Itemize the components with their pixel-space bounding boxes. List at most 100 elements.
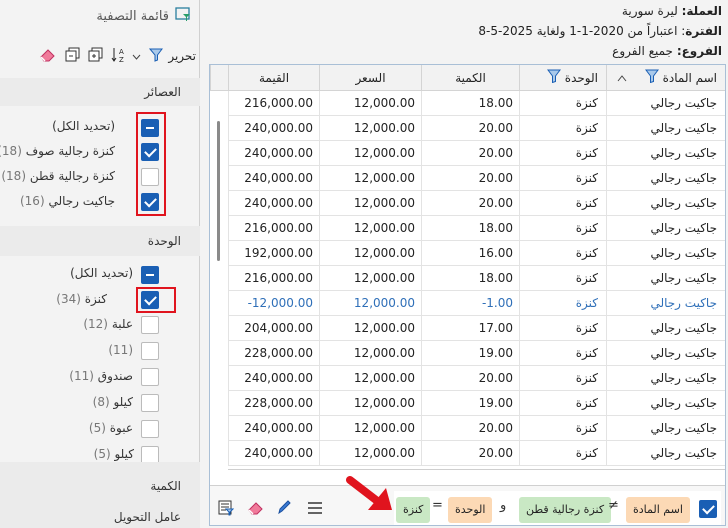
cell-name[interactable]: جاكيت رجالي bbox=[606, 91, 725, 116]
menu-icon[interactable] bbox=[307, 502, 323, 517]
edit-filter-button[interactable] bbox=[276, 498, 292, 519]
cell-unit[interactable]: كنزة bbox=[519, 441, 606, 466]
cell-qty[interactable]: 16.00 bbox=[421, 241, 519, 266]
cell-name[interactable]: جاكيت رجالي bbox=[606, 216, 725, 241]
cell-price[interactable]: 12,000.00 bbox=[319, 166, 421, 191]
filter-bar-designer-button[interactable] bbox=[218, 500, 235, 519]
filter-enable-checkbox[interactable] bbox=[699, 500, 717, 518]
table-row[interactable]: جاكيت رجالي كنزة 20.00 12,000.00 240,000.00 bbox=[228, 416, 725, 441]
cell-qty[interactable]: 20.00 bbox=[421, 366, 519, 391]
cell-value[interactable]: 204,000.00 bbox=[228, 316, 319, 341]
table-row[interactable]: جاكيت رجالي كنزة 16.00 12,000.00 192,000.00 bbox=[228, 241, 725, 266]
checkbox-item[interactable] bbox=[141, 446, 159, 462]
cell-value[interactable]: 216,000.00 bbox=[228, 216, 319, 241]
cell-qty[interactable]: 18.00 bbox=[421, 91, 519, 116]
cell-value[interactable]: 216,000.00 bbox=[228, 91, 319, 116]
filter-field-chip[interactable]: الوحدة bbox=[448, 497, 493, 523]
table-row[interactable]: جاكيت رجالي كنزة 20.00 12,000.00 240,000.00 bbox=[228, 116, 725, 141]
cell-unit[interactable]: كنزة bbox=[519, 241, 606, 266]
filter-connector[interactable]: و bbox=[500, 498, 506, 513]
cell-price[interactable]: 12,000.00 bbox=[319, 366, 421, 391]
filter-operator[interactable]: = bbox=[432, 498, 443, 513]
cell-price[interactable]: 12,000.00 bbox=[319, 266, 421, 291]
checkbox-select-all[interactable] bbox=[141, 118, 159, 137]
cell-price[interactable]: 12,000.00 bbox=[319, 141, 421, 166]
cell-qty[interactable]: 19.00 bbox=[421, 391, 519, 416]
table-row[interactable]: جاكيت رجالي كنزة 20.00 12,000.00 240,000.00 bbox=[228, 141, 725, 166]
cell-value[interactable]: 228,000.00 bbox=[228, 391, 319, 416]
table-row[interactable]: جاكيت رجالي كنزة 18.00 12,000.00 216,000.00 bbox=[228, 266, 725, 291]
checkbox-item[interactable] bbox=[141, 368, 159, 389]
cell-value[interactable]: 228,000.00 bbox=[228, 341, 319, 366]
cell-value[interactable]: 240,000.00 bbox=[228, 116, 319, 141]
table-row[interactable]: جاكيت رجالي كنزة 20.00 12,000.00 240,000.00 bbox=[228, 441, 725, 466]
expand-all-button[interactable] bbox=[88, 47, 103, 65]
cell-value[interactable]: 240,000.00 bbox=[228, 191, 319, 216]
cell-value[interactable]: 240,000.00 bbox=[228, 166, 319, 191]
data-grid[interactable]: اسم المادة الوحدة الكمية السعر القيمة جا… bbox=[209, 64, 726, 526]
cell-price[interactable]: 12,000.00 bbox=[319, 216, 421, 241]
cell-name[interactable]: جاكيت رجالي bbox=[606, 166, 725, 191]
cell-name[interactable]: جاكيت رجالي bbox=[606, 416, 725, 441]
cell-value[interactable]: 216,000.00 bbox=[228, 266, 319, 291]
cell-unit[interactable]: كنزة bbox=[519, 266, 606, 291]
cell-value[interactable]: 240,000.00 bbox=[228, 416, 319, 441]
table-row[interactable]: جاكيت رجالي كنزة 18.00 12,000.00 216,000.00 bbox=[228, 91, 725, 116]
checkbox-item[interactable] bbox=[141, 342, 159, 363]
cell-name[interactable]: جاكيت رجالي bbox=[606, 191, 725, 216]
cell-value[interactable]: 192,000.00 bbox=[228, 241, 319, 266]
checkbox-select-all[interactable] bbox=[141, 265, 159, 284]
cell-qty[interactable]: -1.00 bbox=[421, 291, 519, 316]
cell-price[interactable]: 12,000.00 bbox=[319, 191, 421, 216]
cell-unit[interactable]: كنزة bbox=[519, 141, 606, 166]
clear-filter-button[interactable] bbox=[247, 500, 265, 519]
filter-operator[interactable]: ≠ bbox=[608, 498, 619, 513]
checkbox-item[interactable] bbox=[141, 291, 159, 309]
cell-price[interactable]: 12,000.00 bbox=[319, 416, 421, 441]
filter-field-chip[interactable]: اسم المادة bbox=[626, 497, 690, 523]
table-row[interactable]: جاكيت رجالي كنزة 18.00 12,000.00 216,000.00 bbox=[228, 216, 725, 241]
filter-value-chip[interactable]: كنزة bbox=[396, 497, 431, 523]
cell-name[interactable]: جاكيت رجالي bbox=[606, 441, 725, 466]
cell-name[interactable]: جاكيت رجالي bbox=[606, 291, 725, 316]
cell-value[interactable]: -12,000.00 bbox=[228, 291, 319, 316]
cell-qty[interactable]: 20.00 bbox=[421, 441, 519, 466]
cell-value[interactable]: 240,000.00 bbox=[228, 366, 319, 391]
cell-qty[interactable]: 20.00 bbox=[421, 141, 519, 166]
table-row[interactable]: جاكيت رجالي كنزة 20.00 12,000.00 240,000.00 bbox=[228, 166, 725, 191]
filter-value-chip[interactable]: كنزة رجالية قطن bbox=[519, 497, 612, 523]
cell-qty[interactable]: 17.00 bbox=[421, 316, 519, 341]
cell-unit[interactable]: كنزة bbox=[519, 166, 606, 191]
cell-value[interactable]: 240,000.00 bbox=[228, 441, 319, 466]
cell-price[interactable]: 12,000.00 bbox=[319, 316, 421, 341]
cell-name[interactable]: جاكيت رجالي bbox=[606, 116, 725, 141]
cell-price[interactable]: 12,000.00 bbox=[319, 391, 421, 416]
cell-unit[interactable]: كنزة bbox=[519, 416, 606, 441]
checkbox-item[interactable] bbox=[141, 193, 159, 211]
cell-name[interactable]: جاكيت رجالي bbox=[606, 141, 725, 166]
cell-name[interactable]: جاكيت رجالي bbox=[606, 366, 725, 391]
cell-name[interactable]: جاكيت رجالي bbox=[606, 266, 725, 291]
table-row[interactable]: جاكيت رجالي كنزة 20.00 12,000.00 240,000.00 bbox=[228, 366, 725, 391]
edit-button[interactable]: تحرير bbox=[149, 48, 196, 65]
vertical-scrollbar[interactable] bbox=[211, 91, 227, 471]
cell-unit[interactable]: كنزة bbox=[519, 391, 606, 416]
cell-qty[interactable]: 18.00 bbox=[421, 266, 519, 291]
cell-qty[interactable]: 18.00 bbox=[421, 216, 519, 241]
cell-name[interactable]: جاكيت رجالي bbox=[606, 391, 725, 416]
table-row[interactable]: جاكيت رجالي كنزة 17.00 12,000.00 204,000.00 bbox=[228, 316, 725, 341]
collapse-all-button[interactable] bbox=[65, 47, 80, 65]
cell-unit[interactable]: كنزة bbox=[519, 291, 606, 316]
cell-qty[interactable]: 20.00 bbox=[421, 416, 519, 441]
clear-filter-button[interactable] bbox=[39, 48, 57, 65]
checkbox-item[interactable] bbox=[141, 143, 159, 161]
cell-unit[interactable]: كنزة bbox=[519, 91, 606, 116]
cell-qty[interactable]: 20.00 bbox=[421, 191, 519, 216]
table-row[interactable]: جاكيت رجالي كنزة 19.00 12,000.00 228,000.00 bbox=[228, 391, 725, 416]
cell-unit[interactable]: كنزة bbox=[519, 191, 606, 216]
cell-value[interactable]: 240,000.00 bbox=[228, 141, 319, 166]
cell-qty[interactable]: 20.00 bbox=[421, 166, 519, 191]
cell-price[interactable]: 12,000.00 bbox=[319, 441, 421, 466]
cell-unit[interactable]: كنزة bbox=[519, 116, 606, 141]
cell-unit[interactable]: كنزة bbox=[519, 341, 606, 366]
